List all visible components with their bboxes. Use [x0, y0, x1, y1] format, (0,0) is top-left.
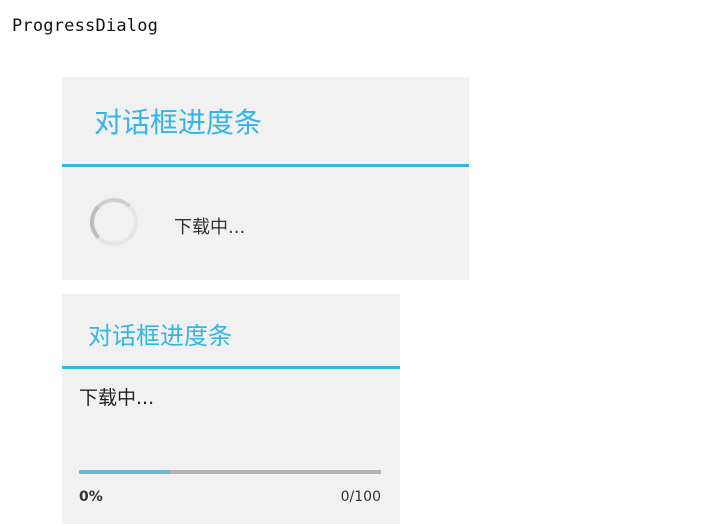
dialog-title: 对话框进度条: [88, 322, 232, 350]
spinner-progress-dialog: 对话框进度条 下载中...: [62, 77, 469, 280]
dialog-message: 下载中...: [79, 387, 155, 409]
progress-bar: [79, 470, 381, 474]
title-divider: [62, 366, 400, 369]
dialog-message: 下载中...: [174, 217, 246, 238]
spinner-icon: [90, 198, 138, 246]
dialog-title: 对话框进度条: [94, 106, 263, 139]
title-divider: [62, 164, 469, 167]
horizontal-progress-dialog: 对话框进度条 下载中... 0% 0/100: [62, 294, 400, 524]
page-title: ProgressDialog: [12, 16, 159, 36]
progress-bar-secondary-fill: [79, 470, 170, 474]
progress-percent: 0%: [79, 489, 103, 505]
progress-count: 0/100: [340, 489, 381, 505]
